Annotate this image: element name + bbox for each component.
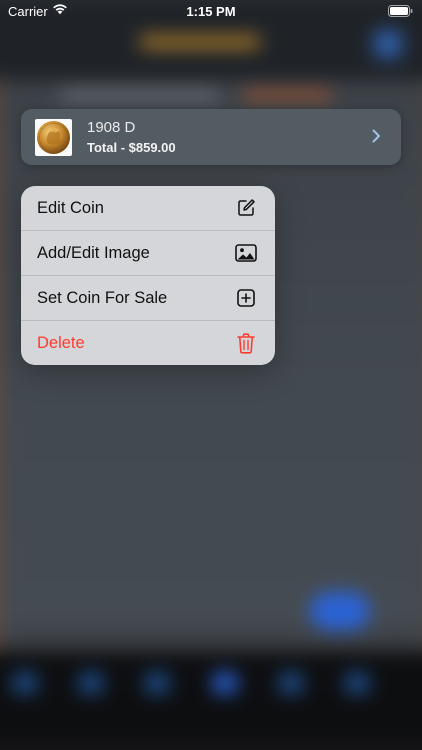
menu-item-set-coin-for-sale[interactable]: Set Coin For Sale bbox=[21, 276, 275, 320]
menu-item-add-edit-image[interactable]: Add/Edit Image bbox=[21, 231, 275, 275]
coin-total: Total - $859.00 bbox=[87, 140, 176, 155]
context-menu: Edit Coin Add/Edit Image Set Coin For Sa… bbox=[21, 186, 275, 365]
menu-item-label: Add/Edit Image bbox=[37, 243, 150, 262]
coin-preview-card[interactable]: 1908 D Total - $859.00 bbox=[21, 109, 401, 165]
clock-time: 1:15 PM bbox=[186, 4, 236, 19]
chevron-right-icon bbox=[372, 129, 381, 148]
menu-item-edit-coin[interactable]: Edit Coin bbox=[21, 186, 275, 230]
menu-item-label: Edit Coin bbox=[37, 198, 104, 217]
coin-name: 1908 D bbox=[87, 119, 136, 136]
menu-item-label: Delete bbox=[37, 333, 85, 352]
battery-icon bbox=[388, 5, 413, 20]
coin-thumbnail bbox=[35, 119, 72, 156]
square-pencil-icon bbox=[235, 197, 257, 219]
status-bar: Carrier 1:15 PM bbox=[0, 0, 422, 22]
photo-icon bbox=[235, 242, 257, 264]
gold-coin-image bbox=[36, 120, 71, 155]
trash-icon bbox=[235, 332, 257, 354]
menu-item-label: Set Coin For Sale bbox=[37, 288, 168, 307]
menu-item-delete[interactable]: Delete bbox=[21, 321, 275, 365]
plus-square-icon bbox=[235, 287, 257, 309]
